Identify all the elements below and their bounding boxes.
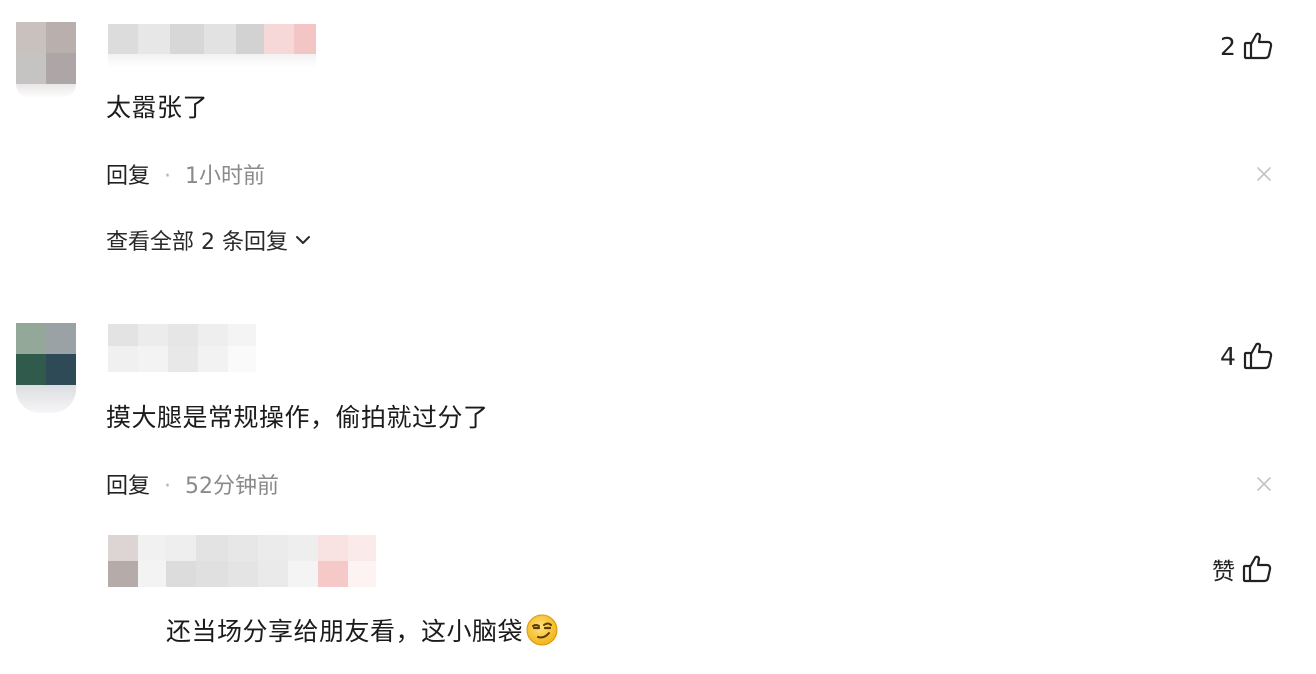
reply-username[interactable] — [108, 535, 376, 587]
meta-separator: · — [164, 474, 172, 499]
username[interactable] — [108, 324, 256, 372]
avatar-blur-edge — [16, 84, 76, 98]
reply-button[interactable]: 回复 — [106, 474, 150, 499]
username[interactable] — [108, 24, 316, 54]
chevron-down-icon — [295, 236, 310, 244]
view-all-replies-label: 查看全部 2 条回复 — [106, 230, 288, 255]
like-label: 赞 — [1212, 559, 1235, 585]
view-all-replies-button[interactable]: 查看全部 2 条回复 — [106, 224, 312, 256]
reply-button[interactable]: 回复 — [106, 164, 150, 189]
comment-meta: 回复 · 1小时前 — [106, 158, 265, 190]
comment-meta: 回复 · 52分钟前 — [106, 468, 279, 500]
avatar[interactable] — [16, 323, 76, 385]
avatar-blur-edge — [16, 385, 76, 413]
close-icon[interactable] — [1255, 475, 1273, 493]
like-count: 2 — [1220, 31, 1236, 61]
thumbs-up-icon — [1241, 553, 1273, 585]
comment-time: 1小时前 — [185, 164, 266, 189]
comment-time: 52分钟前 — [185, 474, 280, 499]
thumbs-up-icon — [1242, 30, 1274, 62]
close-icon[interactable] — [1255, 165, 1273, 183]
comment-text: 太嚣张了 — [106, 93, 209, 122]
reply-text-content: 还当场分享给朋友看，这小脑袋 — [166, 617, 524, 646]
username-blur-edge — [108, 54, 316, 68]
like-count: 4 — [1220, 341, 1236, 371]
reply-text: 还当场分享给朋友看，这小脑袋 — [166, 612, 559, 650]
thumbs-up-icon — [1242, 340, 1274, 372]
smirk-emoji-icon — [525, 613, 559, 647]
like-button[interactable]: 赞 — [1212, 551, 1273, 587]
avatar[interactable] — [16, 22, 76, 84]
meta-separator: · — [164, 164, 172, 189]
like-button[interactable]: 4 — [1220, 338, 1274, 374]
comment-text: 摸大腿是常规操作，偷拍就过分了 — [106, 403, 489, 432]
like-button[interactable]: 2 — [1220, 28, 1274, 64]
